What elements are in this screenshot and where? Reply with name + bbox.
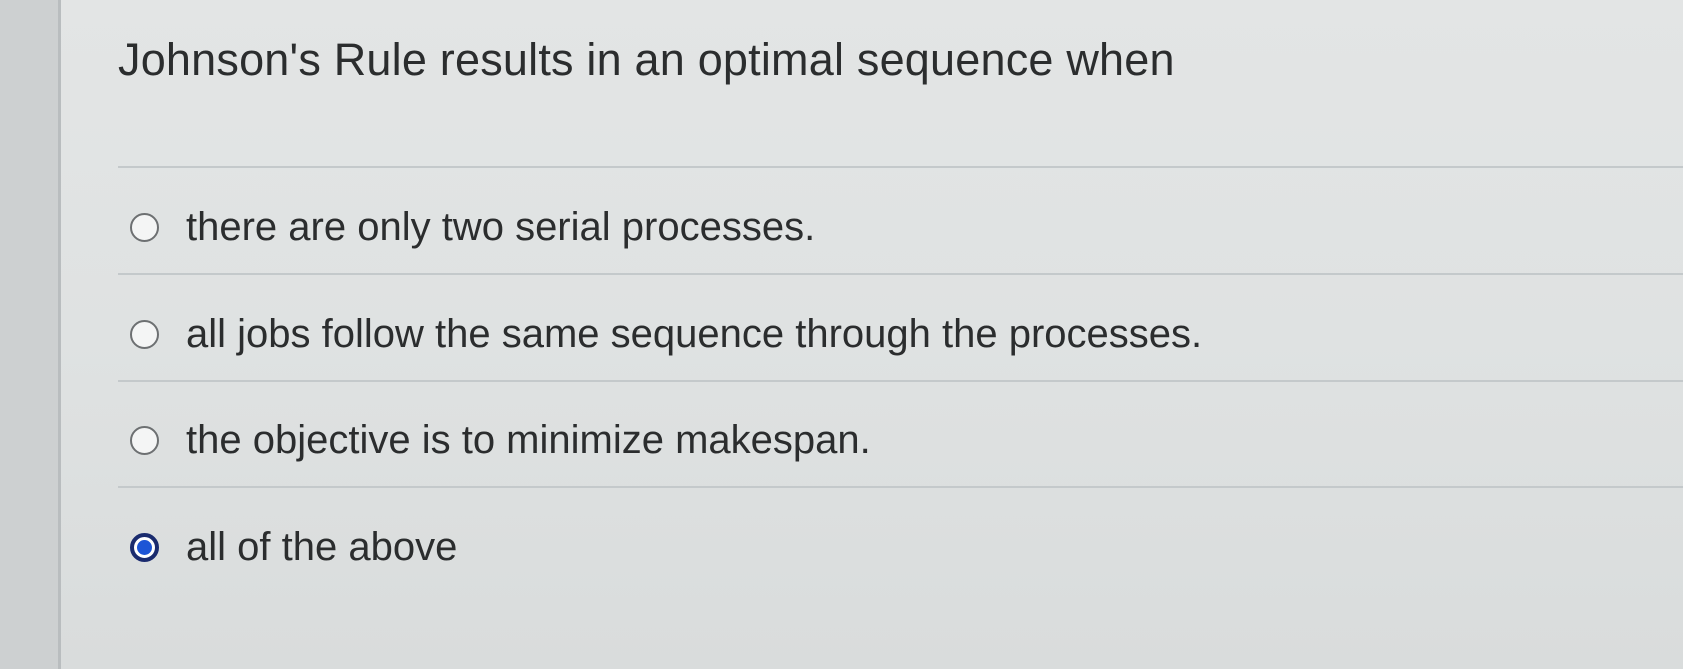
radio-button-icon[interactable] [130,212,159,242]
option-label: all of the above [186,524,458,569]
answer-option-4[interactable]: all of the above [130,517,457,577]
answer-option-2[interactable]: all jobs follow the same sequence throug… [130,304,1202,364]
option-label: there are only two serial processes. [186,204,816,249]
option-label: all jobs follow the same sequence throug… [186,311,1203,356]
radio-button-icon[interactable] [130,425,159,455]
option-label: the objective is to minimize makespan. [186,417,871,462]
answer-option-1[interactable]: there are only two serial processes. [130,197,815,257]
radio-button-selected-icon[interactable] [130,532,159,562]
answer-option-3[interactable]: the objective is to minimize makespan. [130,410,871,470]
answer-options: there are only two serial processes. all… [0,0,1683,669]
radio-button-icon[interactable] [130,319,159,349]
